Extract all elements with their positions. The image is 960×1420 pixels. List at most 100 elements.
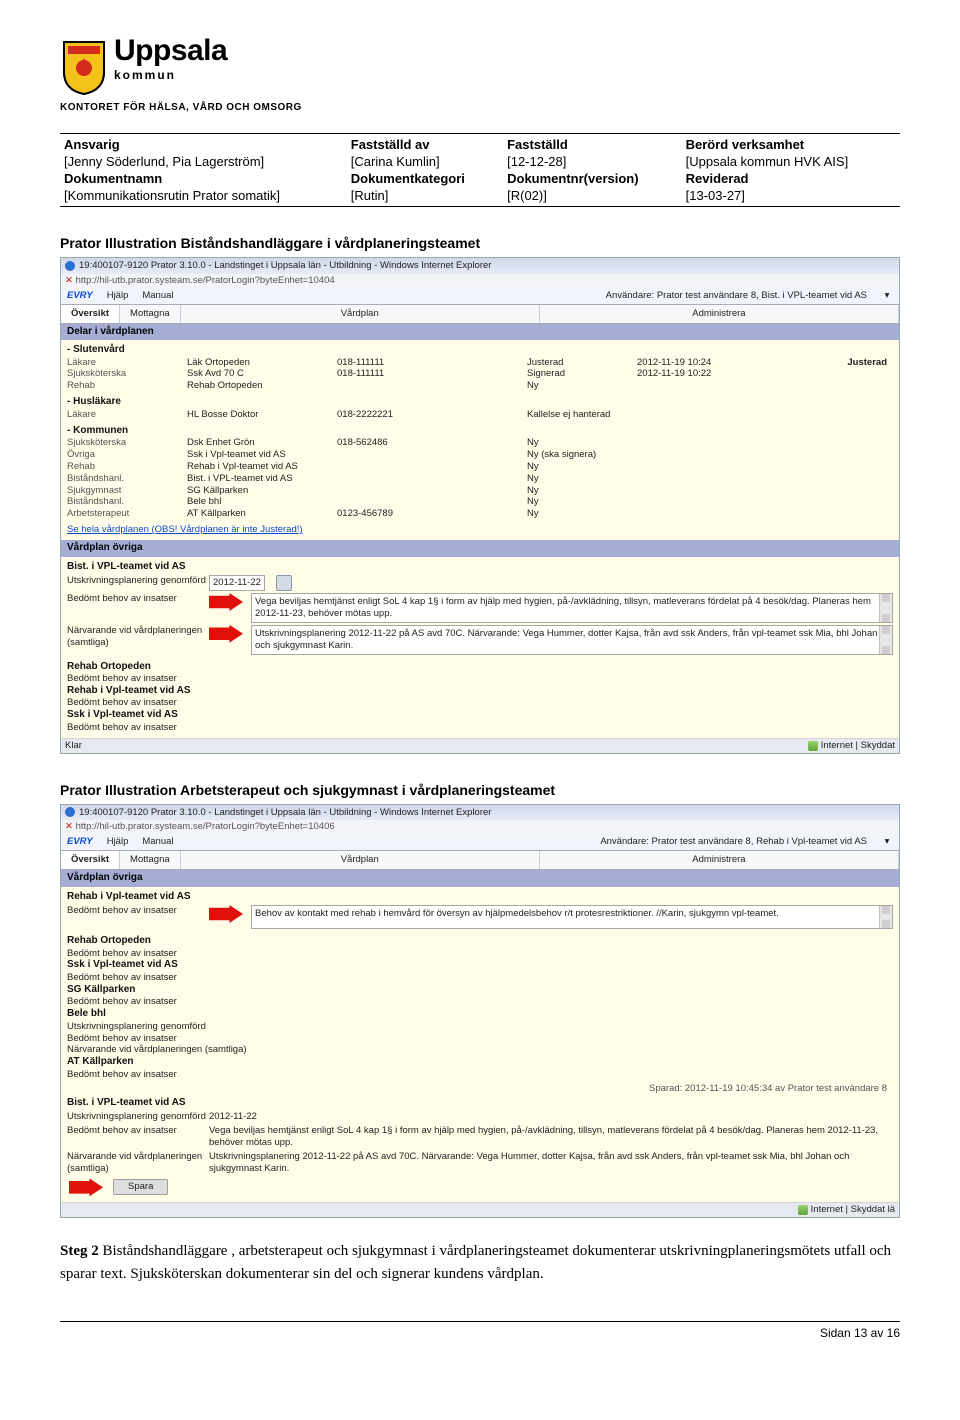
text-vega: Vega beviljas hemtjänst enligt SoL 4 kap… bbox=[209, 1125, 893, 1149]
textarea-narvarande[interactable]: Utskrivningsplanering 2012-11-22 på AS a… bbox=[251, 625, 893, 655]
page-number: Sidan 13 av 16 bbox=[60, 1321, 900, 1340]
table-row: ÖvrigaSsk i Vpl-teamet vid ASNy (ska sig… bbox=[67, 449, 893, 461]
tab-vardplan[interactable]: Vårdplan bbox=[181, 305, 540, 323]
evry-logo: EVRY bbox=[67, 836, 93, 848]
step-2-label: Steg 2 bbox=[60, 1243, 99, 1259]
ie-icon bbox=[65, 807, 75, 817]
lbl-utskrivningsplanering: Utskrivningsplanering genomförd bbox=[67, 1111, 209, 1123]
table-row: Biståndshanl.Bele bhlNy bbox=[67, 496, 893, 508]
table-row: Biståndshanl.Bist. i VPL-teamet vid ASNy bbox=[67, 473, 893, 485]
hdr-doknr: Dokumentnr(version) bbox=[503, 170, 682, 187]
date-value: 2012-11-22 bbox=[209, 1111, 257, 1123]
ie-zone-icon bbox=[798, 1205, 808, 1215]
manual-link[interactable]: Manual bbox=[142, 290, 173, 302]
hdr-berord: Berörd verksamhet bbox=[682, 136, 900, 153]
ie-zone-icon bbox=[808, 741, 818, 751]
address-bar[interactable]: ✕ http://hil-utb.prator.systeam.se/Prato… bbox=[61, 820, 899, 834]
val-dokkat: [Rutin] bbox=[347, 187, 503, 204]
address-bar[interactable]: ✕ http://hil-utb.prator.systeam.se/Prato… bbox=[61, 274, 899, 288]
body-text: Biståndshandläggare , arbetsterapeut och… bbox=[60, 1243, 891, 1282]
crest-icon bbox=[60, 36, 108, 96]
lbl-narvarande: Närvarande vid vårdplaneringen (samtliga… bbox=[67, 625, 209, 649]
manual-link[interactable]: Manual bbox=[142, 836, 173, 848]
screenshot-1: 19:400107-9120 Prator 3.10.0 - Landsting… bbox=[60, 257, 900, 754]
save-button[interactable]: Spara bbox=[113, 1179, 168, 1195]
scrollbar[interactable] bbox=[879, 906, 892, 928]
text-narvarande: Utskrivningsplanering 2012-11-22 på AS a… bbox=[209, 1151, 893, 1175]
red-arrow-icon bbox=[69, 1178, 103, 1196]
hdr-rev: Reviderad bbox=[682, 170, 900, 187]
help-link[interactable]: Hjälp bbox=[107, 290, 129, 302]
textarea-bedomt[interactable]: Vega beviljas hemtjänst enligt SoL 4 kap… bbox=[251, 593, 893, 623]
tab-mottagna[interactable]: Mottagna bbox=[120, 851, 181, 869]
hdr-doknamn: Dokumentnamn bbox=[60, 170, 347, 187]
red-arrow-icon bbox=[209, 593, 243, 611]
link-se-hela[interactable]: Se hela vårdplanen (OBS! Vårdplanen är i… bbox=[67, 524, 893, 536]
url-text: http://hil-utb.prator.systeam.se/PratorL… bbox=[76, 821, 335, 833]
table-row: ArbetsterapeutAT Källparken0123-456789Ny bbox=[67, 508, 893, 520]
subtab-delar: Delar i vårdplanen bbox=[61, 324, 899, 341]
lbl-bedomt-behov: Bedömt behov av insatser bbox=[67, 593, 209, 605]
user-label: Användare: Prator test användare 8, Bist… bbox=[606, 290, 867, 302]
group-rehab-ort: Rehab Ortopeden bbox=[67, 935, 893, 948]
lbl-utskrivningsplanering: Utskrivningsplanering genomförd bbox=[67, 575, 209, 587]
group-at-kallparken: AT Källparken bbox=[67, 1056, 893, 1069]
tab-mottagna[interactable]: Mottagna bbox=[120, 305, 181, 323]
val-faststalld: [12-12-28] bbox=[503, 153, 682, 170]
subtab-vardplan-ovriga: Vårdplan övriga bbox=[61, 540, 899, 557]
metadata-table: Ansvarig Fastställd av Fastställd Berörd… bbox=[60, 136, 900, 204]
lbl-narvarande: Närvarande vid vårdplaneringen (samtliga… bbox=[67, 1151, 209, 1175]
hdr-faststalld: Fastställd bbox=[503, 136, 682, 153]
tab-oversikt[interactable]: Översikt bbox=[61, 851, 120, 869]
textarea-behov[interactable]: Behov av kontakt med rehab i hemvård för… bbox=[251, 905, 893, 929]
ie-titlebar: 19:400107-9120 Prator 3.10.0 - Landsting… bbox=[61, 805, 899, 821]
hdr-ansvarig: Ansvarig bbox=[60, 136, 347, 153]
tab-administrera[interactable]: Administrera bbox=[540, 305, 899, 323]
ie-titlebar: 19:400107-9120 Prator 3.10.0 - Landsting… bbox=[61, 258, 899, 274]
red-arrow-icon bbox=[209, 625, 243, 643]
ie-title-text: 19:400107-9120 Prator 3.10.0 - Landsting… bbox=[79, 260, 491, 272]
ie-title-text: 19:400107-9120 Prator 3.10.0 - Landsting… bbox=[79, 807, 491, 819]
saved-timestamp: Sparad: 2012-11-19 10:45:34 av Prator te… bbox=[67, 1081, 893, 1097]
group-kommunen: - Kommunen bbox=[67, 425, 893, 438]
ie-icon bbox=[65, 261, 75, 271]
brand-name: Uppsala bbox=[114, 36, 227, 66]
evry-logo: EVRY bbox=[67, 290, 93, 302]
scrollbar[interactable] bbox=[879, 594, 892, 622]
logo-block: Uppsala kommun bbox=[60, 36, 900, 96]
tab-oversikt[interactable]: Översikt bbox=[61, 305, 120, 323]
table-row: LäkareLäk Ortopeden018-111111Justerad201… bbox=[67, 357, 847, 369]
section2-title: Prator Illustration Arbetsterapeut och s… bbox=[60, 782, 900, 798]
subtab-vardplan-ovriga: Vårdplan övriga bbox=[61, 870, 899, 887]
table-row: RehabRehab OrtopedenNy bbox=[67, 380, 893, 392]
tab-bar: Översikt Mottagna Vårdplan Administrera bbox=[61, 850, 899, 870]
table-row: SjuksköterskaSsk Avd 70 C018-111111Signe… bbox=[67, 368, 893, 380]
lbl-bedomt-behov: Bedömt behov av insatser bbox=[67, 905, 209, 917]
table-row: SjuksköterskaDsk Enhet Grön018-562486Ny bbox=[67, 437, 893, 449]
group-rehab-vpl: Rehab i Vpl-teamet vid AS bbox=[67, 685, 893, 698]
val-doknr: [R(02)] bbox=[503, 187, 682, 204]
tab-administrera[interactable]: Administrera bbox=[540, 851, 899, 869]
tab-vardplan[interactable]: Vårdplan bbox=[181, 851, 540, 869]
ie-zone-label: Internet | Skyddat bbox=[821, 740, 895, 752]
group-bistand: Bist. i VPL-teamet vid AS bbox=[67, 561, 893, 574]
group-ssk-vpl: Ssk i Vpl-teamet vid AS bbox=[67, 709, 893, 722]
group-sg-kallparken: SG Källparken bbox=[67, 984, 893, 997]
screenshot-2: 19:400107-9120 Prator 3.10.0 - Landsting… bbox=[60, 804, 900, 1219]
table-row: RehabRehab i Vpl-teamet vid ASNy bbox=[67, 461, 893, 473]
red-arrow-icon bbox=[209, 905, 243, 923]
val-berord: [Uppsala kommun HVK AIS] bbox=[682, 153, 900, 170]
status-klar: Klar bbox=[65, 740, 82, 752]
ie-zone-label: Internet | Skyddat lä bbox=[811, 1204, 895, 1216]
brand-sub: kommun bbox=[114, 68, 227, 82]
group-rehab-ort: Rehab Ortopeden bbox=[67, 661, 893, 674]
help-link[interactable]: Hjälp bbox=[107, 836, 129, 848]
val-ansvarig: [Jenny Söderlund, Pia Lagerström] bbox=[60, 153, 347, 170]
hdr-dokkat: Dokumentkategori bbox=[347, 170, 503, 187]
scrollbar[interactable] bbox=[879, 626, 892, 654]
group-slutenvard: - Slutenvård bbox=[67, 344, 893, 357]
tab-bar: Översikt Mottagna Vårdplan Administrera bbox=[61, 304, 899, 324]
date-input[interactable]: 2012-11-22 bbox=[209, 575, 265, 591]
user-label: Användare: Prator test användare 8, Reha… bbox=[600, 836, 867, 848]
date-picker-button[interactable] bbox=[276, 575, 292, 591]
